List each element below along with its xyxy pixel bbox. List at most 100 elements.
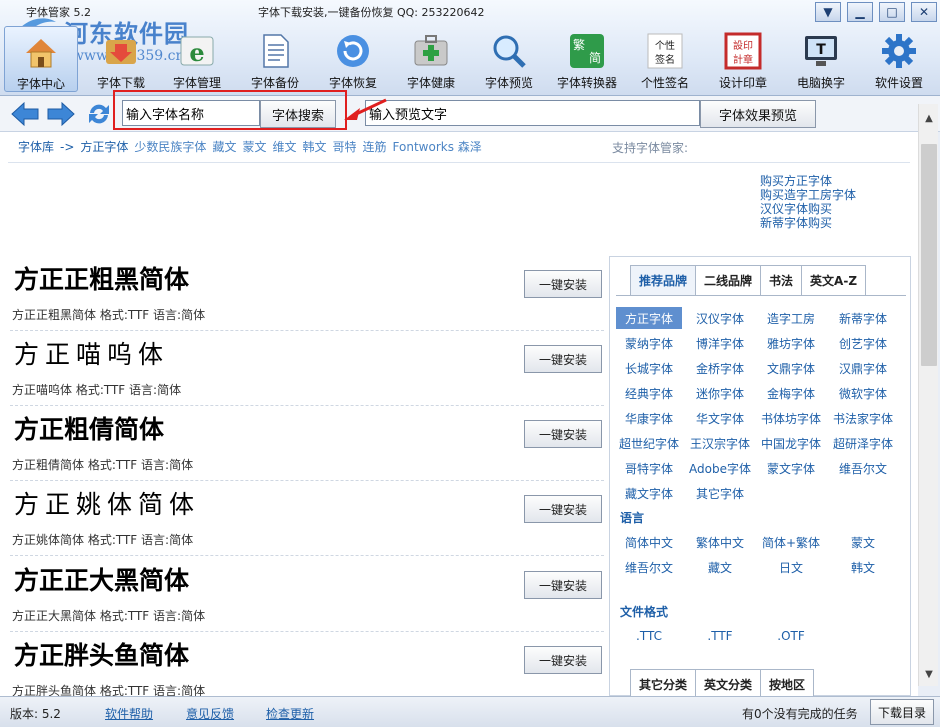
brand-link[interactable]: 经典字体 bbox=[616, 382, 682, 404]
brand-link[interactable]: 金梅字体 bbox=[758, 382, 824, 404]
toolbar-button[interactable]: 繁简字体转换器 bbox=[550, 26, 624, 92]
forward-arrow-icon[interactable] bbox=[46, 100, 76, 128]
panel-tab[interactable]: 推荐品牌 bbox=[630, 265, 697, 295]
brand-link[interactable]: 华文字体 bbox=[687, 407, 753, 429]
toolbar-button[interactable]: 字体下载 bbox=[84, 26, 158, 92]
check-update-link[interactable]: 检查更新 bbox=[266, 705, 314, 722]
font-meta: 方正姚体简体 格式:TTF 语言:简体 bbox=[12, 533, 194, 547]
brand-link[interactable]: 文鼎字体 bbox=[758, 357, 824, 379]
svg-text:設印: 設印 bbox=[733, 39, 753, 52]
breadcrumb-item[interactable]: 字体库 bbox=[18, 140, 54, 154]
language-link[interactable]: 简体+繁体 bbox=[758, 531, 824, 553]
close-button[interactable]: ✕ bbox=[911, 2, 937, 22]
brand-link[interactable]: 博洋字体 bbox=[687, 332, 753, 354]
brand-link[interactable]: 其它字体 bbox=[687, 482, 753, 504]
buy-link[interactable]: 汉仪字体购买 bbox=[760, 202, 856, 216]
brand-link[interactable]: 汉仪字体 bbox=[687, 307, 753, 329]
format-link[interactable]: .TTC bbox=[616, 625, 682, 647]
install-button[interactable]: 一键安装 bbox=[524, 571, 602, 599]
panel-tab[interactable]: 按地区 bbox=[760, 669, 815, 696]
format-link[interactable]: .OTF bbox=[758, 625, 824, 647]
breadcrumb-item[interactable]: 韩文 bbox=[302, 140, 326, 154]
refresh-icon[interactable] bbox=[84, 100, 114, 128]
language-link[interactable]: 繁体中文 bbox=[687, 531, 753, 553]
panel-tab[interactable]: 书法 bbox=[760, 265, 803, 295]
preview-text-input[interactable] bbox=[365, 100, 700, 126]
toolbar-button[interactable]: 設印 計章 设计印章 bbox=[706, 26, 780, 92]
breadcrumb-item[interactable]: 连筋 bbox=[363, 140, 387, 154]
scroll-thumb[interactable] bbox=[921, 144, 937, 366]
brand-link[interactable]: 方正字体 bbox=[616, 307, 682, 329]
brand-link[interactable]: 雅坊字体 bbox=[758, 332, 824, 354]
toolbar-button[interactable]: 软件设置 bbox=[862, 26, 936, 92]
install-button[interactable]: 一键安装 bbox=[524, 345, 602, 373]
brand-link[interactable]: 造字工房 bbox=[758, 307, 824, 329]
preview-effect-button[interactable]: 字体效果预览 bbox=[700, 100, 816, 128]
install-button[interactable]: 一键安装 bbox=[524, 495, 602, 523]
panel-tab[interactable]: 二线品牌 bbox=[695, 265, 762, 295]
brand-link[interactable]: Adobe字体 bbox=[687, 457, 753, 479]
install-button[interactable]: 一键安装 bbox=[524, 270, 602, 298]
brand-link[interactable]: 新蒂字体 bbox=[830, 307, 896, 329]
brand-link[interactable]: 藏文字体 bbox=[616, 482, 682, 504]
install-button[interactable]: 一键安装 bbox=[524, 646, 602, 674]
language-link[interactable]: 日文 bbox=[758, 556, 824, 578]
toolbar-button[interactable]: 字体恢复 bbox=[316, 26, 390, 92]
buy-link[interactable]: 购买造字工房字体 bbox=[760, 188, 856, 202]
panel-tab[interactable]: 其它分类 bbox=[630, 669, 697, 696]
brand-link[interactable]: 金桥字体 bbox=[687, 357, 753, 379]
breadcrumb-item[interactable]: 哥特 bbox=[333, 140, 357, 154]
brand-link[interactable]: 超世纪字体 bbox=[616, 432, 682, 454]
toolbar-button[interactable]: 个性 签名 个性签名 bbox=[628, 26, 702, 92]
language-link[interactable]: 韩文 bbox=[830, 556, 896, 578]
buy-link[interactable]: 购买方正字体 bbox=[760, 174, 856, 188]
back-arrow-icon[interactable] bbox=[10, 100, 40, 128]
brand-link[interactable]: 蒙纳字体 bbox=[616, 332, 682, 354]
breadcrumb-item[interactable]: 蒙文 bbox=[242, 140, 266, 154]
maximize-button[interactable]: □ bbox=[879, 2, 905, 22]
brand-link[interactable]: 迷你字体 bbox=[687, 382, 753, 404]
toolbar-button[interactable]: 字体预览 bbox=[472, 26, 546, 92]
brand-link[interactable]: 书体坊字体 bbox=[758, 407, 824, 429]
brand-link[interactable]: 蒙文字体 bbox=[758, 457, 824, 479]
brand-link[interactable]: 华康字体 bbox=[616, 407, 682, 429]
help-link[interactable]: 软件帮助 bbox=[105, 705, 153, 722]
feedback-link[interactable]: 意见反馈 bbox=[186, 705, 234, 722]
toolbar-button[interactable]: 字体中心 bbox=[4, 26, 78, 92]
brand-link[interactable]: 王汉宗字体 bbox=[687, 432, 753, 454]
breadcrumb-item[interactable]: 方正字体 bbox=[80, 140, 128, 154]
breadcrumb-item[interactable]: 维文 bbox=[272, 140, 296, 154]
panel-tab[interactable]: 英文A-Z bbox=[801, 265, 867, 295]
breadcrumb-item[interactable]: 少数民族字体 bbox=[134, 140, 206, 154]
minimize-button[interactable]: ▁ bbox=[847, 2, 873, 22]
breadcrumb-item[interactable]: Fontworks 森泽 bbox=[393, 140, 482, 154]
scroll-up-icon[interactable]: ▲ bbox=[919, 108, 939, 128]
brand-link[interactable]: 维吾尔文 bbox=[830, 457, 896, 479]
language-link[interactable]: 维吾尔文 bbox=[616, 556, 682, 578]
language-link[interactable]: 蒙文 bbox=[830, 531, 896, 553]
vertical-scrollbar[interactable]: ▲ ▼ bbox=[918, 104, 938, 686]
panel-tab[interactable]: 英文分类 bbox=[695, 669, 762, 696]
brand-link[interactable]: 长城字体 bbox=[616, 357, 682, 379]
language-link[interactable]: 简体中文 bbox=[616, 531, 682, 553]
menu-dropdown-button[interactable]: ▼ bbox=[815, 2, 841, 22]
brand-link[interactable]: 微软字体 bbox=[830, 382, 896, 404]
language-link[interactable]: 藏文 bbox=[687, 556, 753, 578]
download-dir-button[interactable]: 下载目录 bbox=[870, 699, 934, 725]
toolbar-button[interactable]: T 电脑换字 bbox=[784, 26, 858, 92]
brand-link[interactable]: 创艺字体 bbox=[830, 332, 896, 354]
brand-link[interactable]: 中国龙字体 bbox=[758, 432, 824, 454]
toolbar-button-label: 字体管理 bbox=[172, 76, 221, 90]
buy-link[interactable]: 新蒂字体购买 bbox=[760, 216, 856, 230]
brand-link[interactable]: 哥特字体 bbox=[616, 457, 682, 479]
brand-link[interactable]: 超研泽字体 bbox=[830, 432, 896, 454]
format-link[interactable]: .TTF bbox=[687, 625, 753, 647]
toolbar-button[interactable]: 字体备份 bbox=[238, 26, 312, 92]
brand-link[interactable]: 汉鼎字体 bbox=[830, 357, 896, 379]
scroll-down-icon[interactable]: ▼ bbox=[919, 664, 939, 684]
toolbar-button[interactable]: e 字体管理 bbox=[160, 26, 234, 92]
breadcrumb-item[interactable]: 藏文 bbox=[212, 140, 236, 154]
install-button[interactable]: 一键安装 bbox=[524, 420, 602, 448]
brand-link[interactable]: 书法家字体 bbox=[830, 407, 896, 429]
toolbar-button[interactable]: 字体健康 bbox=[394, 26, 468, 92]
